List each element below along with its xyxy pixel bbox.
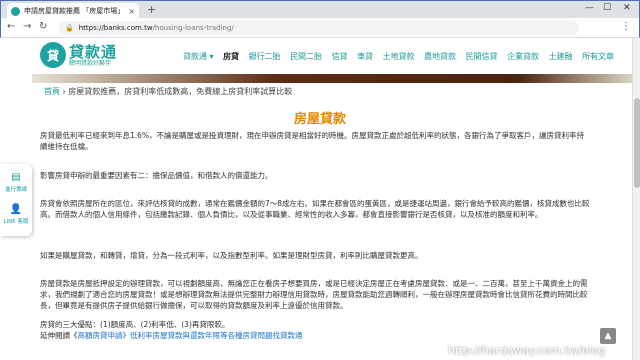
- nav-item[interactable]: 土建融: [549, 51, 573, 62]
- breadcrumb-separator: ›: [62, 87, 66, 96]
- nav-item[interactable]: 土地貸款: [383, 51, 415, 62]
- nav-item[interactable]: 民間二胎: [290, 51, 322, 62]
- maximize-button[interactable]: ☐: [603, 3, 611, 13]
- paragraph-advantages: 房貸的三大優點：(1)額度高、(2)利率低、(3)再貸限較。: [40, 320, 230, 329]
- back-to-top-button[interactable]: ▲: [600, 328, 616, 344]
- phone-book-icon: ▤: [11, 172, 21, 183]
- tab-title: 申請房屋貸款推薦 「房屋市場」: [24, 7, 125, 15]
- paragraph-further-reading: 延伸閱讀《高額房貸申請》低利率房屋貸款與還款年限等各種房貸問題找貸款通: [40, 330, 590, 341]
- nav-item[interactable]: 信貸: [332, 51, 348, 62]
- nav-item[interactable]: 民間信貸: [466, 51, 498, 62]
- nav-item[interactable]: 貸款通 ▾: [183, 51, 214, 62]
- url-input[interactable]: 🔒 https://banks.com.tw/housing-loans-tra…: [59, 21, 579, 35]
- tab-close-icon[interactable]: ×: [128, 7, 135, 16]
- hotline-button[interactable]: ▤ 進行專線: [0, 172, 32, 193]
- line-support-label: LINE 客服: [3, 219, 29, 225]
- site-logo[interactable]: 貸 貸款通 聰明貸款好夥伴: [40, 42, 117, 68]
- nav-item[interactable]: 所有文章: [582, 51, 614, 62]
- further-reading-link[interactable]: 高額房貸申請》低利率房屋貸款與還款年限等各種房貸問題找貸款通: [78, 331, 303, 340]
- page-title: 房屋貸款: [293, 112, 346, 127]
- nav-item[interactable]: 企業貸款: [507, 51, 539, 62]
- logo-mark-icon: 貸: [40, 42, 66, 68]
- paragraph-mortgage: 房屋貸款是房屋抵押設定的辦理貸款，可以視劃額度高，無論您正在看房子想要買房，或是…: [40, 279, 588, 310]
- close-window-button[interactable]: ✕: [623, 3, 631, 13]
- breadcrumb: 首頁 › 房屋貸款推薦，房貸利率低成數高，免費線上房貸利率試算比較: [44, 86, 292, 97]
- favicon-icon: [11, 6, 20, 16]
- nav-item[interactable]: 銀行二胎: [249, 51, 281, 62]
- back-button[interactable]: ←: [7, 21, 15, 32]
- lock-icon: 🔒: [65, 24, 74, 32]
- site-header: 貸 貸款通 聰明貸款好夥伴 貸款通 ▾ 房貸 銀行二胎 民間二胎 信貸 車貸 土地貸款 農地貸…: [0, 38, 640, 74]
- further-reading-prefix: 延伸閱讀《: [40, 331, 78, 340]
- page-scrollbar[interactable]: [632, 38, 640, 360]
- url-path: /housing-loans-trading/: [152, 24, 234, 32]
- new-tab-button[interactable]: +: [147, 3, 156, 16]
- nav-item[interactable]: 農地貸款: [424, 51, 456, 62]
- paragraph-appraisal: 房貸會依照房屋所在的區位，來評估核貸的成數，通常在鑑價金額的7～8成左右。如果在…: [40, 199, 590, 219]
- breadcrumb-home-link[interactable]: 首頁: [44, 87, 60, 96]
- nav-item[interactable]: 房貸: [223, 51, 239, 62]
- line-support-button[interactable]: 👤 LINE 客服: [0, 204, 32, 225]
- browser-tab[interactable]: 申請房屋貸款推薦 「房屋市場」 ×: [7, 3, 139, 19]
- reload-button[interactable]: ↻: [39, 21, 47, 32]
- floating-contact-widget: ▤ 進行專線 👤 LINE 客服: [0, 164, 32, 236]
- hotline-label: 進行專線: [4, 187, 27, 193]
- logo-tagline: 聰明貸款好夥伴: [69, 59, 112, 67]
- watermark-text: http://hardaway.com.tw/blog: [448, 344, 606, 357]
- minimize-button[interactable]: —: [585, 3, 594, 13]
- nav-item[interactable]: 車貸: [357, 51, 373, 62]
- paragraph-rates: 如果是購屋貸款，和轉貸，增貸，分為一段式利率，以及指數型利率。如果是理財型房貸，…: [40, 251, 423, 260]
- main-nav: 貸款通 ▾ 房貸 銀行二胎 民間二胎 信貸 車貸 土地貸款 農地貸款 民間信貸 企業貸款 土建融 所有…: [183, 51, 624, 62]
- forward-button[interactable]: →: [23, 21, 31, 32]
- paragraph-factors: 影響房貸申辦的最重要因素有二：擔保品價值，和借款人的償還能力。: [40, 171, 273, 180]
- address-bar: ← → ↻ 🔒 https://banks.com.tw/housing-loa…: [0, 18, 640, 38]
- browser-menu-icon[interactable]: ⋮: [621, 21, 631, 32]
- logo-name: 貸款通: [69, 42, 118, 61]
- browser-tab-strip: 申請房屋貸款推薦 「房屋市場」 × + — ☐ ✕: [0, 0, 640, 19]
- header-banner: [32, 74, 640, 83]
- scrollbar-thumb[interactable]: [634, 98, 640, 188]
- paragraph-intro: 房貸最低利率已經來到年息1.6%，不論是購屋或是投資理財，現在申辦房貸是相當好的…: [40, 131, 585, 151]
- breadcrumb-current: 房屋貸款推薦，房貸利率低成數高，免費線上房貸利率試算比較: [68, 87, 293, 96]
- user-add-icon: 👤: [9, 204, 23, 215]
- url-host: https://banks.com.tw: [78, 24, 153, 32]
